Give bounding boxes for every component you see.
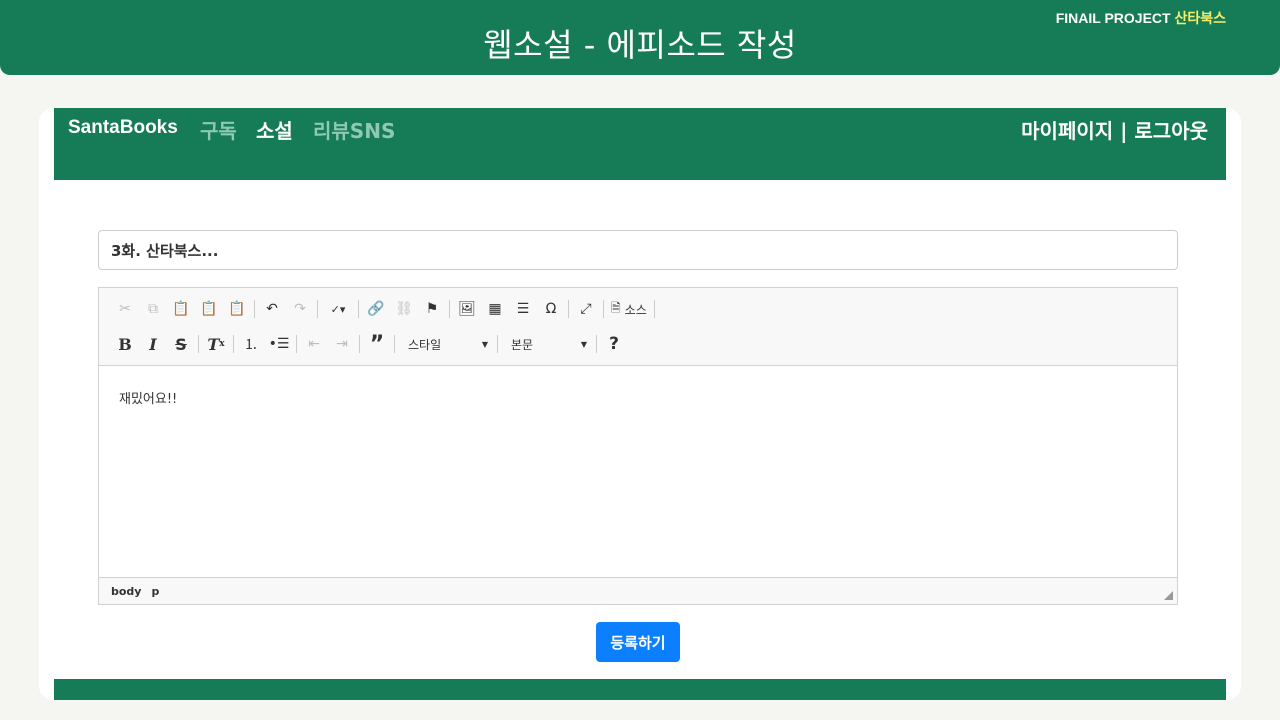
nav-link-novel[interactable]: 소설 [256,115,293,144]
toolbar-separator [254,300,255,318]
redo-icon[interactable]: ↷ [286,297,314,321]
anchor-flag-icon[interactable]: ⚑ [418,297,446,321]
project-label: FINAIL PROJECT 산타북스 [1056,8,1226,28]
toolbar-separator [603,300,604,318]
unlink-icon[interactable]: ⛓ [390,297,418,321]
submit-button[interactable]: 등록하기 [596,622,680,662]
toolbar-separator [449,300,450,318]
copy-icon[interactable]: ⧉ [139,297,167,321]
toolbar-separator [359,335,360,353]
format-dropdown-value: 본문 [511,337,534,352]
toolbar-separator [358,300,359,318]
link-icon[interactable]: 🔗 [362,297,390,321]
nav-link-review-sns[interactable]: 리뷰SNS [313,115,395,144]
toolbar-separator [296,335,297,353]
toolbar-separator [568,300,569,318]
style-dropdown-value: 스타일 [408,337,442,352]
toolbar-row-1: ✂ ⧉ 📋 📋 📋 ↶ ↷ ✓▾ 🔗 ⛓ ⚑ 🖼 ▦ ☰ Ω ⤢ 🗎 소스 [111,297,658,321]
logout-link[interactable]: 로그아웃 [1134,119,1208,143]
path-element-p[interactable]: p [151,585,159,598]
nav-separator: | [1120,119,1128,143]
toolbar-separator [653,300,655,318]
outdent-icon[interactable]: ⇤ [300,332,328,356]
toolbar-separator [497,335,498,353]
brand-logo[interactable]: SantaBooks [68,117,178,139]
indent-icon[interactable]: ⇥ [328,332,356,356]
rich-text-editor: ✂ ⧉ 📋 📋 📋 ↶ ↷ ✓▾ 🔗 ⛓ ⚑ 🖼 ▦ ☰ Ω ⤢ 🗎 소스 B … [98,287,1178,605]
editor-path-bar: body p [99,577,1177,604]
toolbar-separator [198,335,199,353]
editor-paragraph[interactable]: 재밌어요!! [119,388,1157,407]
format-dropdown[interactable]: 본문 ▼ [501,332,593,356]
main-card: SantaBooks 구독 소설 리뷰SNS 마이페이지 | 로그아웃 ✂ ⧉ … [39,108,1241,700]
source-button[interactable]: 🗎 소스 [607,297,651,321]
blockquote-icon[interactable]: ” [363,332,391,357]
maximize-icon[interactable]: ⤢ [572,297,600,321]
image-icon[interactable]: 🖼 [453,297,481,321]
toolbar-separator [233,335,234,353]
help-icon[interactable]: ? [600,332,628,356]
toolbar-separator [596,335,597,353]
spellcheck-icon[interactable]: ✓▾ [321,297,355,321]
table-icon[interactable]: ▦ [481,297,509,321]
path-element-body[interactable]: body [111,585,141,598]
episode-title-input[interactable] [98,230,1178,270]
project-label-text: FINAIL PROJECT [1055,10,1171,26]
horizontal-rule-icon[interactable]: ☰ [509,297,537,321]
remove-format-icon[interactable]: Tx [202,332,230,356]
editor-toolbar: ✂ ⧉ 📋 📋 📋 ↶ ↷ ✓▾ 🔗 ⛓ ⚑ 🖼 ▦ ☰ Ω ⤢ 🗎 소스 B … [99,288,1177,366]
navbar: SantaBooks 구독 소설 리뷰SNS 마이페이지 | 로그아웃 [54,108,1226,180]
bold-icon[interactable]: B [111,332,139,356]
italic-icon[interactable]: I [139,332,167,356]
resize-handle-icon[interactable] [1164,591,1173,600]
source-label: 소스 [624,302,647,317]
toolbar-separator [394,335,395,353]
style-dropdown[interactable]: 스타일 ▼ [398,332,494,356]
mypage-link[interactable]: 마이페이지 [1021,119,1113,143]
project-name: 산타북스 [1174,10,1226,26]
top-banner: 웹소설 - 에피소드 작성 FINAIL PROJECT 산타북스 [0,0,1280,75]
paste-icon[interactable]: 📋 [167,297,195,321]
footer-bar [54,679,1226,700]
bulleted-list-icon[interactable]: •☰ [265,332,293,356]
undo-icon[interactable]: ↶ [258,297,286,321]
editor-content-area[interactable]: 재밌어요!! [99,366,1177,577]
paste-text-icon[interactable]: 📋 [195,297,223,321]
numbered-list-icon[interactable]: ⒈ [237,332,265,356]
chevron-down-icon: ▼ [481,339,488,349]
source-doc-icon: 🗎 [611,300,621,315]
toolbar-row-2: B I S Tx ⒈ •☰ ⇤ ⇥ ” 스타일 ▼ 본문 ▼ ? [111,332,628,357]
strikethrough-icon[interactable]: S [167,332,195,356]
chevron-down-icon: ▼ [580,339,587,349]
paste-word-icon[interactable]: 📋 [223,297,251,321]
nav-account-links: 마이페이지 | 로그아웃 [1021,115,1208,144]
nav-link-subscribe[interactable]: 구독 [200,115,237,144]
special-char-omega-icon[interactable]: Ω [537,297,565,321]
cut-icon[interactable]: ✂ [111,297,139,321]
toolbar-separator [317,300,318,318]
